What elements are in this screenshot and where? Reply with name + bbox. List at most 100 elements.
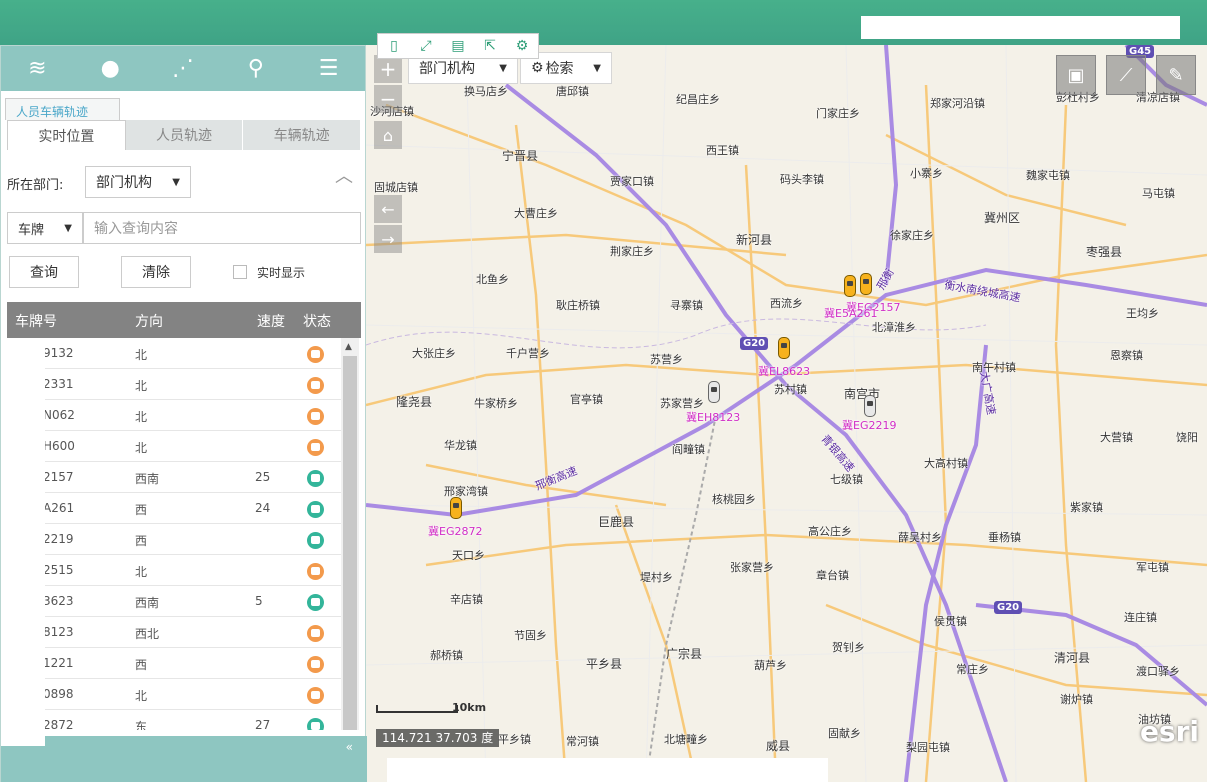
map-place: 平乡镇: [498, 733, 531, 746]
vehicle-marker[interactable]: [708, 381, 720, 403]
search-input-placeholder: 输入查询内容: [94, 221, 178, 237]
zoom-out-button[interactable]: −: [374, 85, 402, 113]
vehicle-marker[interactable]: [450, 497, 462, 519]
map-place: 换马店乡: [464, 85, 508, 98]
dept-label: 所在部门:: [7, 178, 64, 193]
vehicle-marker[interactable]: [860, 273, 872, 295]
map-place: 门家庄乡: [816, 107, 860, 120]
chevron-down-icon: ▼: [499, 62, 507, 74]
table-row[interactable]: 3623 西南 5: [7, 586, 341, 617]
previous-extent-icon[interactable]: ←: [374, 195, 402, 223]
map-place: 千户营乡: [506, 347, 550, 360]
zoom-in-button[interactable]: +: [374, 55, 402, 83]
map-place: 牛家桥乡: [474, 397, 518, 410]
sub-tabs: 实时位置 人员轨迹 车辆轨迹: [7, 120, 362, 150]
cell-speed: 5: [255, 594, 263, 608]
column-header-status[interactable]: 状态: [303, 311, 331, 331]
scroll-up-icon[interactable]: ▲: [345, 342, 352, 352]
vehicle-marker[interactable]: [778, 337, 790, 359]
search-input[interactable]: 输入查询内容: [83, 212, 361, 244]
vehicle-marker[interactable]: [844, 275, 856, 297]
track-icon[interactable]: ⋰: [147, 46, 220, 91]
map-place: 大张庄乡: [412, 347, 456, 360]
map-place: 西王镇: [706, 144, 739, 157]
map-place: 北塘疃乡: [664, 733, 708, 746]
bubbles-icon[interactable]: ●: [74, 46, 147, 91]
vehicle-plate-label: 冀EG2872: [428, 525, 483, 538]
list-icon[interactable]: ☰: [292, 46, 365, 91]
tab-person-track[interactable]: 人员轨迹: [125, 120, 244, 150]
cell-plate: N062: [43, 408, 75, 422]
map-place: 侯贯镇: [934, 615, 967, 628]
map-place: 宁晋县: [502, 149, 539, 163]
next-extent-icon[interactable]: →: [374, 225, 402, 253]
chevron-up-icon[interactable]: ︿: [335, 162, 355, 187]
column-header-direction[interactable]: 方向: [135, 311, 163, 331]
basemap-icon[interactable]: ▣: [1056, 55, 1096, 95]
collapse-panel-icon[interactable]: «: [346, 740, 353, 754]
map-toolbar: ▯ ⤢ ▤ ⇱ ⚙: [377, 33, 539, 59]
save-icon[interactable]: ▤: [442, 34, 474, 58]
vehicle-table: 9132 北 2331 北 N062 北 H600 北 2157 西南 25 A261 西 24 2219 西…: [7, 338, 341, 730]
cell-plate: 2872: [43, 718, 74, 730]
map-place: 固城店镇: [374, 181, 418, 194]
settings-icon[interactable]: ⚙: [506, 34, 538, 58]
map-place: 核桃园乡: [712, 493, 756, 506]
search-icon[interactable]: ⚲: [219, 46, 292, 91]
map-place: 常庄乡: [956, 663, 989, 676]
share-icon[interactable]: ⇱: [474, 34, 506, 58]
tab-vehicle-track[interactable]: 车辆轨迹: [243, 120, 362, 150]
cell-direction: 东: [135, 720, 148, 730]
table-row[interactable]: 8123 西北: [7, 617, 341, 648]
bus-status-icon: [307, 563, 324, 580]
tab-person-vehicle-track[interactable]: 人员车辆轨迹: [5, 98, 120, 120]
table-row[interactable]: 2157 西南 25: [7, 462, 341, 493]
table-row[interactable]: 2219 西: [7, 524, 341, 555]
table-row[interactable]: 2872 东 27: [7, 710, 341, 730]
measure-icon[interactable]: ⟋: [1106, 55, 1146, 95]
table-row[interactable]: 9132 北: [7, 338, 341, 369]
column-header-speed[interactable]: 速度: [257, 311, 285, 331]
table-row[interactable]: H600 北: [7, 431, 341, 462]
bus-status-icon: [307, 470, 324, 487]
bus-status-icon: [307, 718, 324, 730]
bus-status-icon: [307, 346, 324, 363]
plate-type-select[interactable]: 车牌 ▼: [7, 212, 83, 244]
table-row[interactable]: 0898 北: [7, 679, 341, 710]
table-row[interactable]: 2331 北: [7, 369, 341, 400]
table-scrollbar-thumb[interactable]: [343, 356, 357, 730]
highway-shield: G20: [740, 337, 769, 350]
tab-realtime-position[interactable]: 实时位置: [7, 120, 126, 150]
map-place: 荆家庄乡: [610, 245, 654, 258]
vehicle-plate-label: 冀E5A261: [824, 307, 878, 320]
query-button[interactable]: 查询: [9, 256, 79, 288]
cell-plate: A261: [43, 501, 75, 515]
vehicle-plate-label: 冀EG2219: [842, 419, 897, 432]
column-header-plate[interactable]: 车牌号: [15, 311, 57, 331]
table-row[interactable]: 1221 西: [7, 648, 341, 679]
draw-icon[interactable]: ✎: [1156, 55, 1196, 95]
map-place: 恩察镇: [1110, 349, 1143, 362]
dept-select[interactable]: 部门机构 ▼: [85, 166, 191, 198]
top-search-box[interactable]: [861, 16, 1180, 39]
table-row[interactable]: A261 西 24: [7, 493, 341, 524]
clear-button[interactable]: 清除: [121, 256, 191, 288]
highway-shield: G20: [994, 601, 1023, 614]
bus-status-icon: [307, 656, 324, 673]
chevron-down-icon: ▼: [64, 222, 72, 234]
vehicle-marker[interactable]: [864, 395, 876, 417]
tablet-icon[interactable]: ▯: [378, 34, 410, 58]
cell-plate: 9132: [43, 346, 74, 360]
map-place: 固献乡: [828, 727, 861, 740]
cell-direction: 西: [135, 503, 148, 517]
table-row[interactable]: N062 北: [7, 400, 341, 431]
map-place: 西流乡: [770, 297, 803, 310]
home-icon[interactable]: ⌂: [374, 121, 402, 149]
map-place: 高公庄乡: [808, 525, 852, 538]
map-place: 郑家河沿镇: [930, 97, 985, 110]
fullscreen-icon[interactable]: ⤢: [410, 34, 442, 58]
realtime-checkbox[interactable]: [233, 265, 247, 279]
map-view[interactable]: G20 G20 G45 衡水南绕城高速 邢衡高速 青银高速 大广高速 邢衡 换马…: [366, 45, 1207, 782]
layers-icon[interactable]: ≋: [1, 46, 74, 91]
table-row[interactable]: 2515 北: [7, 555, 341, 586]
